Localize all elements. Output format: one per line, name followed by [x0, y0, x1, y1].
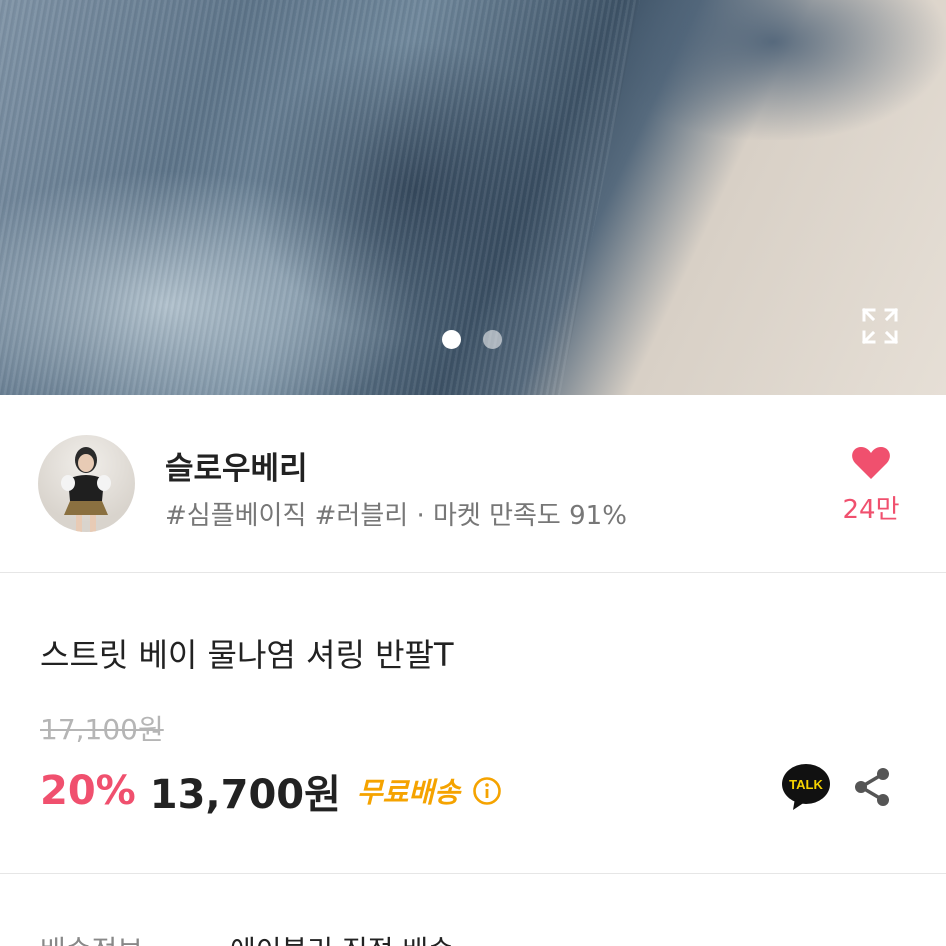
product-photo-region [600, 0, 946, 140]
carousel-dot-active[interactable] [442, 330, 461, 349]
delivery-info-section: 배송정보 에이블리 직접 배송 [0, 875, 946, 946]
heart-icon [852, 447, 890, 479]
product-info-section: 스트릿 베이 물나염 셔링 반팔T 17,100원 20% 13,700원 무료… [0, 574, 946, 874]
sale-price: 13,700원 [149, 772, 341, 818]
product-title: 스트릿 베이 물나염 셔링 반팔T [40, 636, 454, 674]
like-button[interactable]: 24만 [840, 445, 902, 526]
original-price: 17,100원 [40, 713, 164, 746]
kakaotalk-share-button[interactable]: TALK [781, 762, 831, 812]
seller-section[interactable]: 슬로우베리 #심플베이직 #러블리 · 마켓 만족도 91% 24만 [0, 395, 946, 573]
price-row: 20% 13,700원 무료배송 [40, 762, 502, 820]
avatar-photo [61, 447, 111, 532]
seller-name[interactable]: 슬로우베리 [165, 443, 308, 488]
info-icon[interactable] [472, 776, 502, 806]
like-count: 24만 [842, 495, 900, 525]
fullscreen-expand-icon[interactable] [860, 306, 900, 346]
seller-tags: #심플베이직 #러블리 · 마켓 만족도 91% [165, 501, 627, 531]
share-icon[interactable] [852, 766, 892, 808]
seller-avatar[interactable] [38, 435, 135, 532]
delivery-value: 에이블리 직접 배송 [230, 929, 454, 946]
discount-rate: 20% [40, 768, 136, 814]
free-shipping-badge: 무료배송 [356, 776, 460, 809]
kakaotalk-icon: TALK [782, 764, 830, 810]
talk-label: TALK [789, 777, 823, 792]
product-image-carousel[interactable] [0, 0, 946, 395]
carousel-indicator [442, 330, 502, 349]
carousel-dot[interactable] [483, 330, 502, 349]
delivery-label: 배송정보 [40, 929, 143, 946]
